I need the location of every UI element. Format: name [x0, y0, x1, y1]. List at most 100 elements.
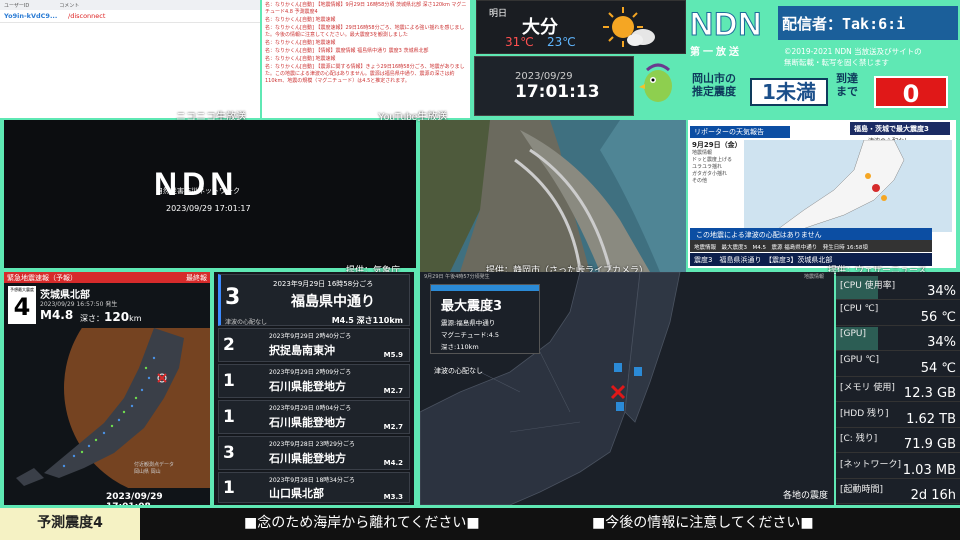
- location-intensity-label: 岡山市の推定震度: [692, 72, 736, 98]
- system-stat-value: 54 ℃: [920, 360, 956, 376]
- comment-user-id[interactable]: Yo9in-kVdC9...: [4, 12, 64, 20]
- copyright-line: 無断転載・転写を固く禁じます: [784, 58, 889, 67]
- ticker-message: ■念のため海岸から離れてください■: [244, 515, 480, 531]
- chat-line: 名：なりかくん[自動] 地震速報: [265, 40, 336, 46]
- earthquake-item[interactable]: 1 2023年9月29日 2時09分ごろ 石川県能登地方 M2.7: [218, 364, 410, 398]
- comment-row[interactable]: Yo9in-kVdC9... /disconnect: [0, 10, 260, 23]
- ndn-subtitle: 自然災害防災ネットワーク: [156, 187, 240, 195]
- eew-title: 緊急地震速報（予報）: [7, 274, 77, 282]
- quake-date: 2023年9月29日 0時04分ごろ: [269, 405, 352, 412]
- legend-item: ガタガタ小揺れ: [692, 171, 728, 177]
- eew-depth-unit: km: [129, 314, 142, 323]
- quake-magnitude: M4.2: [383, 459, 403, 467]
- clock-widget: 2023/09/29 17:01:13: [474, 56, 634, 116]
- ndn-main-logo: NDN: [154, 166, 239, 202]
- earthquake-list: 3 2023年9月29日 16時58分ごろ 福島県中通り 津波の心配なし M4.…: [214, 272, 414, 505]
- legend-item: ユラユラ揺れ: [692, 164, 723, 170]
- reporter-title: リポーターの天気報告: [690, 126, 790, 138]
- ndn-video-panel: NDN 自然災害防災ネットワーク 2023/09/29 17:01:17: [4, 120, 416, 268]
- quake-area: 福島県中通り: [291, 294, 375, 310]
- weather-low: 23℃: [547, 35, 576, 49]
- clock-time: 17:01:13: [515, 82, 600, 102]
- system-stat-row: [CPU ℃] 56 ℃: [836, 302, 960, 326]
- system-stat-label: [メモリ 使用]: [840, 383, 895, 393]
- earthquake-item-latest[interactable]: 3 2023年9月29日 16時58分ごろ 福島県中通り 津波の心配なし M4.…: [218, 274, 410, 326]
- max-intensity: 最大震度3: [441, 299, 503, 314]
- system-stat-row: [HDD 残り] 1.62 TB: [836, 404, 960, 428]
- epicenter-line: 震源:福島県中通り: [441, 319, 496, 327]
- system-stat-row: [CPU 使用率] 34%: [836, 276, 960, 300]
- eew-final-badge: 最終報: [186, 274, 207, 282]
- arrival-countdown: 0: [874, 76, 948, 108]
- quake-magnitude: M3.3: [383, 493, 403, 501]
- chat-line: 名：なりかくん[自動] 【地震情報】9月29日 16時58分頃 茨城県北部 深さ…: [265, 2, 467, 15]
- ndn-logo: NDN: [689, 6, 763, 43]
- quake-intensity: 1: [223, 407, 235, 427]
- chat-line: 名：なりかくん[自動] 地震速報: [265, 17, 336, 23]
- max-intensity-card: 最大震度3 震源:福島県中通り マグニチュード:4.5 深さ:110km: [430, 284, 540, 354]
- comment-header: ユーザーID コメント: [0, 0, 260, 10]
- depth-line: 深さ:110km: [441, 343, 479, 351]
- system-stat-value: 1.03 MB: [902, 462, 956, 478]
- eew-intensity-box: 予想最大震度 4: [8, 286, 36, 324]
- chat-line: 名：なりかくん[自動] 【震度速報】29日16時58分ごろ、地震による強い揺れを…: [265, 25, 465, 38]
- map-info-tag: 地震情報: [803, 274, 824, 280]
- eew-depth-value: 120: [104, 310, 130, 324]
- earthquake-item[interactable]: 2 2023年9月29日 2時40分ごろ 択捉島南東沖 M5.9: [218, 328, 410, 362]
- quake-date: 2023年9月29日 16時58分ごろ: [273, 280, 374, 288]
- youtube-chat-panel: 名：なりかくん[自動] 【地震情報】9月29日 16時58分頃 茨城県北部 深さ…: [262, 0, 470, 118]
- quake-intensity: 3: [223, 443, 235, 463]
- first-broadcast-label: 第一放送: [690, 47, 742, 58]
- map-quake-time: 9月29日 午後4時57分頃発生: [424, 274, 490, 280]
- report-headline: 福島・茨城で最大震度3: [850, 122, 950, 135]
- map-footer: 各地の震度: [782, 491, 828, 501]
- eew-magnitude: M4.8: [40, 308, 74, 322]
- quake-magnitude: M2.7: [383, 387, 403, 395]
- quake-intensity: 1: [223, 371, 235, 391]
- quake-date: 2023年9月29日 2時40分ごろ: [269, 333, 352, 340]
- eew-japan-map: [4, 328, 210, 488]
- arrival-label: 到達まで: [836, 72, 858, 98]
- report-legend: 地震情報 ドッと震度上げる ユラユラ揺れ ガタガタ小揺れ その他: [692, 150, 742, 185]
- comment-column-header: コメント: [59, 3, 80, 9]
- forecast-intensity: 予測震度4: [0, 508, 140, 540]
- earthquake-item[interactable]: 1 2023年9月29日 0時04分ごろ 石川県能登地方 M2.7: [218, 400, 410, 434]
- eew-time: 2023/09/29 16:57:50 発生: [40, 301, 118, 308]
- quake-area: 択捉島南東沖: [269, 344, 335, 357]
- earthquake-item[interactable]: 1 2023年9月28日 18時34分ごろ 山口県北部 M3.3: [218, 472, 410, 503]
- magnitude-line: マグニチュード:4.5: [441, 331, 500, 339]
- report-info: 地震情報 最大震度3 M4.5 震源 福島県中通り 発生日時 16:58頃: [690, 240, 932, 252]
- legend-item: ドッと震度上げる: [692, 157, 733, 163]
- quake-magnitude: M2.7: [383, 423, 403, 431]
- legend-item: 地震情報: [692, 150, 713, 156]
- system-stat-row: [起動時間] 2d 16h: [836, 480, 960, 504]
- weather-day: 明日: [489, 9, 508, 19]
- comment-panel: ユーザーID コメント Yo9in-kVdC9... /disconnect: [0, 0, 260, 118]
- system-stat-row: [C: 残り] 71.9 GB: [836, 429, 960, 453]
- system-stat-label: [GPU ℃]: [840, 354, 879, 365]
- live-camera-panel: [420, 120, 686, 272]
- bird-mascot-icon: [639, 63, 672, 102]
- eew-footer-time: 2023/09/29 17:01:08: [106, 492, 163, 505]
- eew-panel: 緊急地震速報（予報） 最終報 予想最大震度 4 茨城県北部 2023/09/29…: [4, 272, 210, 505]
- ndn-timestamp: 2023/09/29 17:01:17: [166, 204, 251, 213]
- system-stat-value: 34%: [927, 335, 956, 350]
- chat-line: 名：なりかくん[自動] 【震源に関する情報】きょう29日16時58分ごろ、地震が…: [265, 64, 465, 84]
- system-stat-label: [CPU 使用率]: [840, 281, 896, 291]
- system-stat-value: 1.62 TB: [906, 411, 956, 427]
- quake-date: 2023年9月28日 23時29分ごろ: [269, 441, 355, 448]
- earthquake-item[interactable]: 3 2023年9月28日 23時29分ごろ 石川県能登地方 M4.2: [218, 436, 410, 470]
- system-stat-label: [CPU ℃]: [840, 303, 879, 314]
- copyright-line: ©2019-2021 NDN 当放送及びサイトの: [784, 47, 922, 56]
- eew-credit-line: 岡山県 岡山: [134, 469, 161, 475]
- system-stat-label: [起動時間]: [840, 485, 884, 495]
- quake-intensity: 1: [223, 478, 235, 498]
- highway-camera-image: [420, 120, 686, 272]
- quake-area: 石川県能登地方: [269, 380, 346, 393]
- system-stat-row: [ネットワーク] 1.03 MB: [836, 455, 960, 479]
- quake-area: 山口県北部: [269, 487, 324, 500]
- japan-map: [744, 140, 952, 232]
- system-stat-label: [C: 残り]: [840, 434, 878, 444]
- report-banner: この地震による津波の心配はありません: [690, 228, 932, 240]
- chat-line: 名：なりかくん[自動] 地震速報: [265, 56, 336, 62]
